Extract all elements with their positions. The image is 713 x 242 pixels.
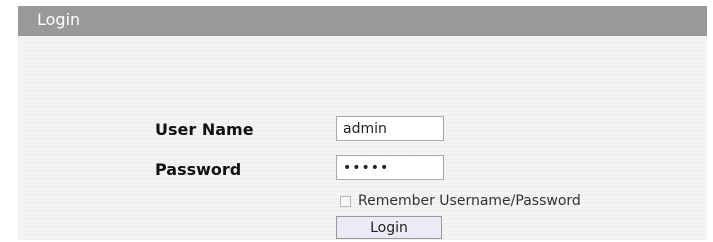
remember-checkbox[interactable]	[340, 195, 351, 207]
login-panel: Login User Name Password Remember Userna…	[18, 6, 707, 240]
password-label: Password	[155, 160, 242, 179]
username-input[interactable]	[336, 116, 444, 141]
panel-header: Login	[18, 6, 707, 36]
remember-label: Remember Username/Password	[358, 193, 581, 209]
username-label: User Name	[155, 120, 254, 139]
password-input[interactable]	[336, 155, 444, 180]
login-button[interactable]: Login	[336, 216, 442, 239]
panel-title: Login	[37, 10, 81, 29]
remember-row[interactable]: Remember Username/Password	[340, 192, 581, 210]
